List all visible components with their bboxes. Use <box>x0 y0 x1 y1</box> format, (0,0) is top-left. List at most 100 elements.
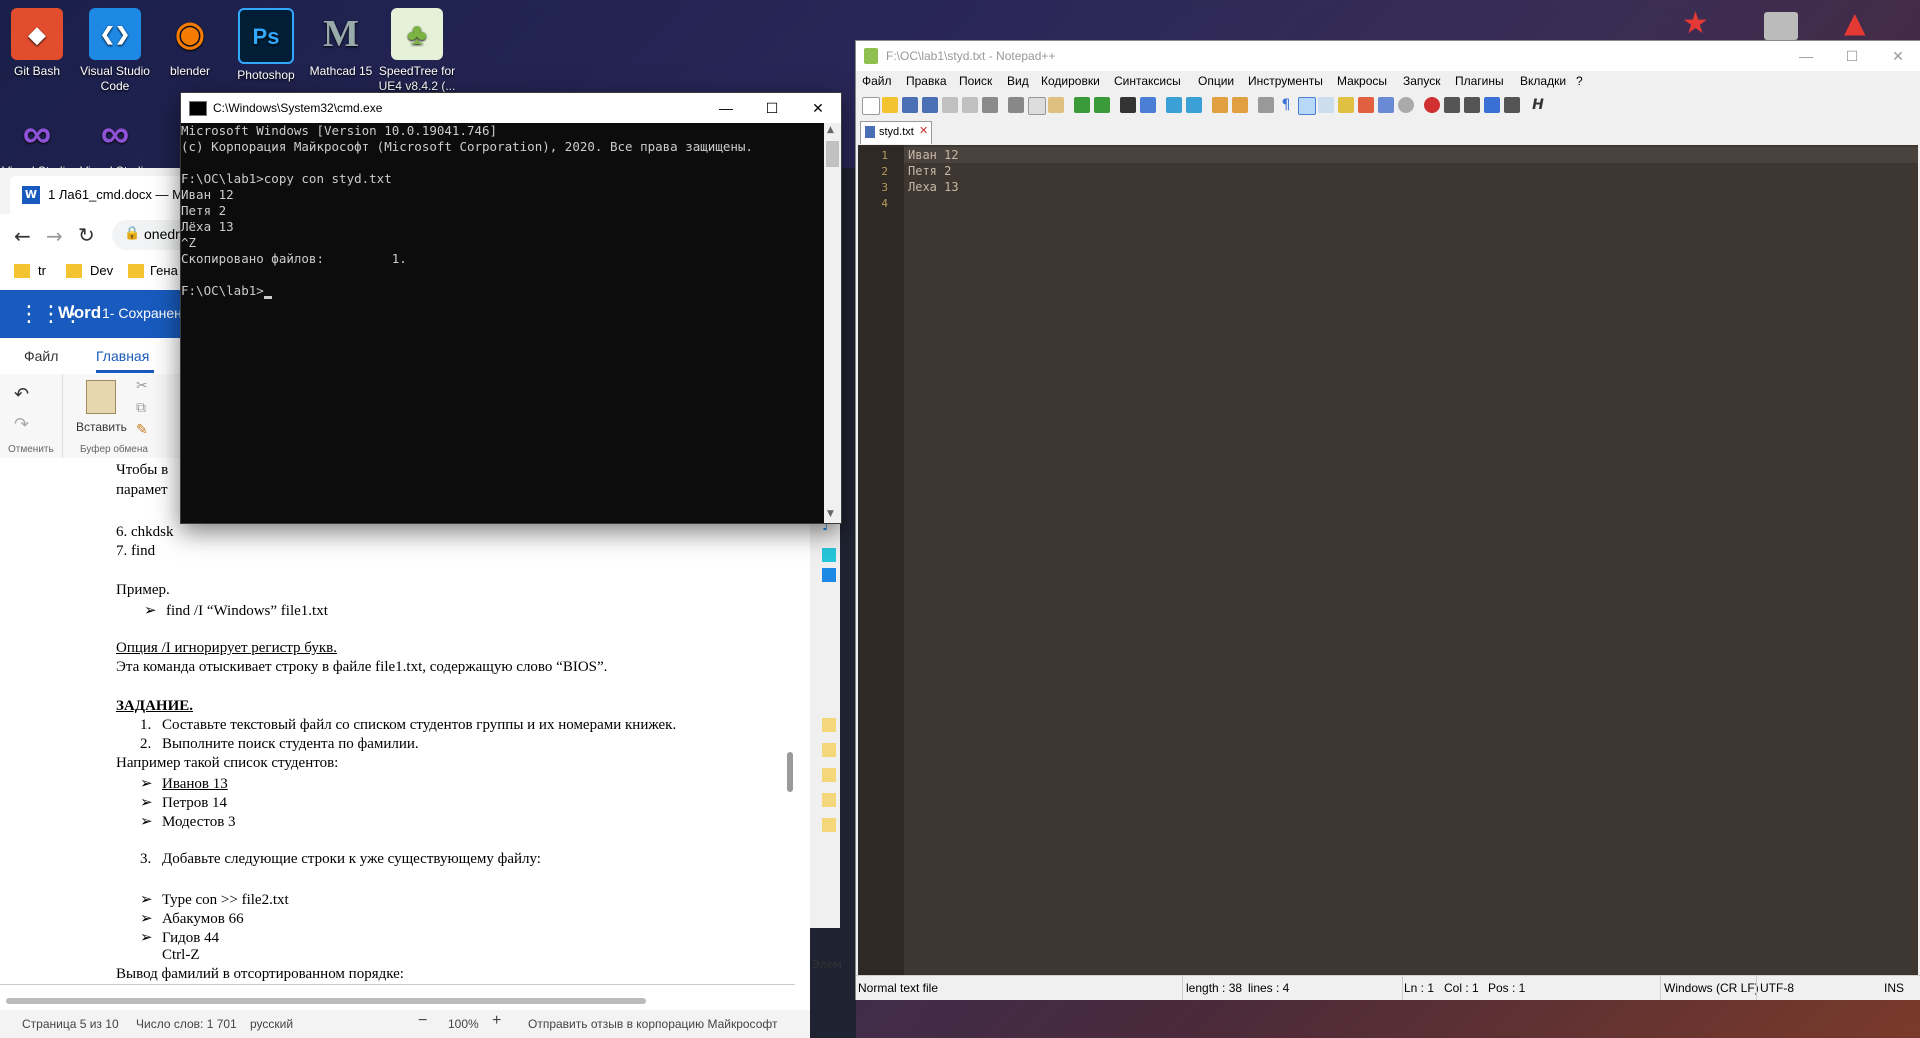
menu-tabs[interactable]: Вкладки <box>1520 74 1566 88</box>
zoom-in-icon[interactable]: + <box>492 1012 501 1030</box>
menu-macros[interactable]: Макросы <box>1337 74 1387 88</box>
cmd-scrollbar[interactable]: ▲ ▼ <box>824 123 841 523</box>
close-all-icon[interactable] <box>962 97 978 113</box>
cut-icon[interactable] <box>1008 97 1024 113</box>
menu-options[interactable]: Опции <box>1198 74 1234 88</box>
zoom-out-icon[interactable]: − <box>418 1012 427 1030</box>
menu-help[interactable]: ? <box>1576 74 1583 88</box>
cmd-console-output[interactable]: Microsoft Windows [Version 10.0.19041.74… <box>181 123 821 523</box>
desktop-icon-git-bash[interactable]: ◆ Git Bash <box>0 6 78 79</box>
desktop-icon-vscode[interactable]: ❮❯ Visual Studio Code <box>74 6 156 94</box>
sync-h-icon[interactable] <box>1232 97 1248 113</box>
show-all-chars-icon[interactable]: ¶ <box>1278 97 1294 113</box>
close-tab-icon[interactable]: ✕ <box>919 124 928 137</box>
func-list-icon[interactable] <box>1358 97 1374 113</box>
doc-save-status[interactable]: 1- Сохранен <box>102 305 182 321</box>
language-indicator[interactable]: русский <box>250 1017 293 1031</box>
menu-file[interactable]: Файл <box>862 74 892 88</box>
menu-syntax[interactable]: Синтаксисы <box>1114 74 1181 88</box>
desktop-icon-label: Git Bash <box>13 64 61 78</box>
menu-edit[interactable]: Правка <box>906 74 947 88</box>
back-icon[interactable]: ← <box>14 224 31 248</box>
menu-run[interactable]: Запуск <box>1403 74 1441 88</box>
indent-guide-icon[interactable] <box>1298 97 1316 115</box>
paste-icon[interactable] <box>1048 97 1064 113</box>
bookmark-item[interactable]: tr <box>38 263 46 278</box>
print-icon[interactable] <box>982 97 998 113</box>
menu-search[interactable]: Поиск <box>959 74 992 88</box>
new-file-icon[interactable] <box>862 97 880 115</box>
open-file-icon[interactable] <box>882 97 898 113</box>
bookmark-item[interactable]: Гена <box>150 263 178 278</box>
npp-file-tab[interactable]: styd.txt ✕ <box>860 121 932 144</box>
close-button[interactable]: ✕ <box>1875 41 1920 71</box>
record-macro-icon[interactable] <box>1424 97 1440 113</box>
paste-icon[interactable] <box>86 380 116 414</box>
sync-v-icon[interactable] <box>1212 97 1228 113</box>
copy-icon[interactable]: ⧉ <box>136 400 146 416</box>
zoom-out-icon[interactable] <box>1186 97 1202 113</box>
vertical-scrollbar-thumb[interactable] <box>787 752 793 792</box>
maximize-button[interactable]: ☐ <box>749 93 795 123</box>
line-indicator: Ln : 1 <box>1404 981 1435 995</box>
play-macro-icon[interactable] <box>1464 97 1480 113</box>
menu-encoding[interactable]: Кодировки <box>1041 74 1100 88</box>
close-button[interactable]: ✕ <box>795 93 841 123</box>
save-all-icon[interactable] <box>922 97 938 113</box>
format-painter-icon[interactable]: ✎ <box>136 422 148 438</box>
stop-macro-icon[interactable] <box>1444 97 1460 113</box>
undo-icon[interactable] <box>1074 97 1090 113</box>
bookmark-item[interactable]: Dev <box>90 263 113 278</box>
run-macro-icon[interactable] <box>1484 97 1500 113</box>
minimize-button[interactable]: — <box>1783 41 1829 71</box>
tab-file[interactable]: Файл <box>24 348 58 364</box>
encoding[interactable]: UTF-8 <box>1760 981 1794 995</box>
scrollbar-thumb[interactable] <box>826 141 839 167</box>
npp-title-bar: F:\OC\lab1\styd.txt - Notepad++ — ☐ ✕ <box>856 41 1920 71</box>
desktop-icon-speedtree[interactable]: ♣ SpeedTree for UE4 v8.4.2 (... <box>376 6 458 94</box>
eol-format[interactable]: Windows (CR LF) <box>1664 981 1759 995</box>
desktop-icon-blender[interactable]: ◉ blender <box>149 6 231 79</box>
save-macro-icon[interactable] <box>1504 97 1520 113</box>
monitor-icon[interactable] <box>1398 97 1414 113</box>
folder-icon <box>822 718 836 732</box>
word-count[interactable]: Число слов: 1 701 <box>136 1017 237 1031</box>
word-app-name[interactable]: Word <box>58 303 101 323</box>
menu-tools[interactable]: Инструменты <box>1248 74 1323 88</box>
replace-icon[interactable] <box>1140 97 1156 113</box>
word-wrap-icon[interactable] <box>1258 97 1274 113</box>
npp-editor[interactable]: 1 2 3 4 Иван 12 Петя 2 Леха 13 <box>858 145 1918 975</box>
tab-home[interactable]: Главная <box>96 348 149 364</box>
doc-map-icon[interactable] <box>1338 97 1354 113</box>
desktop-icon-mathcad[interactable]: M Mathcad 15 <box>300 6 382 79</box>
menu-view[interactable]: Вид <box>1007 74 1029 88</box>
redo-icon[interactable] <box>1094 97 1110 113</box>
menu-plugins[interactable]: Плагины <box>1455 74 1504 88</box>
minimize-button[interactable]: — <box>703 93 749 123</box>
page-indicator[interactable]: Страница 5 из 10 <box>22 1017 119 1031</box>
scroll-up-icon[interactable]: ▲ <box>827 125 834 135</box>
code-line: Петя 2 <box>908 164 952 178</box>
lang-icon[interactable] <box>1318 97 1334 113</box>
document-page[interactable]: Чтобы в парамет 6. chkdsk 7. find Пример… <box>0 458 795 1010</box>
close-file-icon[interactable] <box>942 97 958 113</box>
undo-icon[interactable]: ↶ <box>14 384 29 405</box>
zoom-level[interactable]: 100% <box>448 1017 479 1031</box>
insert-mode[interactable]: INS <box>1884 981 1904 995</box>
paste-button[interactable]: Вставить <box>76 420 127 434</box>
folder-workspace-icon[interactable] <box>1378 97 1394 113</box>
feedback-link[interactable]: Отправить отзыв в корпорацию Майкрософт <box>528 1017 777 1031</box>
horizontal-scrollbar[interactable] <box>6 998 646 1004</box>
find-icon[interactable] <box>1120 97 1136 113</box>
refresh-icon[interactable]: ↻ <box>78 223 95 247</box>
save-icon[interactable] <box>902 97 918 113</box>
zoom-in-icon[interactable] <box>1166 97 1182 113</box>
desktop-icon-photoshop[interactable]: Ps Photoshop <box>225 6 307 83</box>
cut-icon[interactable]: ✂ <box>136 378 148 394</box>
redo-icon[interactable]: ↷ <box>14 414 29 435</box>
scroll-down-icon[interactable]: ▼ <box>827 509 834 519</box>
forward-icon[interactable]: → <box>46 224 63 248</box>
copy-icon[interactable] <box>1028 97 1046 115</box>
maximize-button[interactable]: ☐ <box>1829 41 1875 71</box>
hex-editor-icon[interactable]: H <box>1530 97 1546 113</box>
